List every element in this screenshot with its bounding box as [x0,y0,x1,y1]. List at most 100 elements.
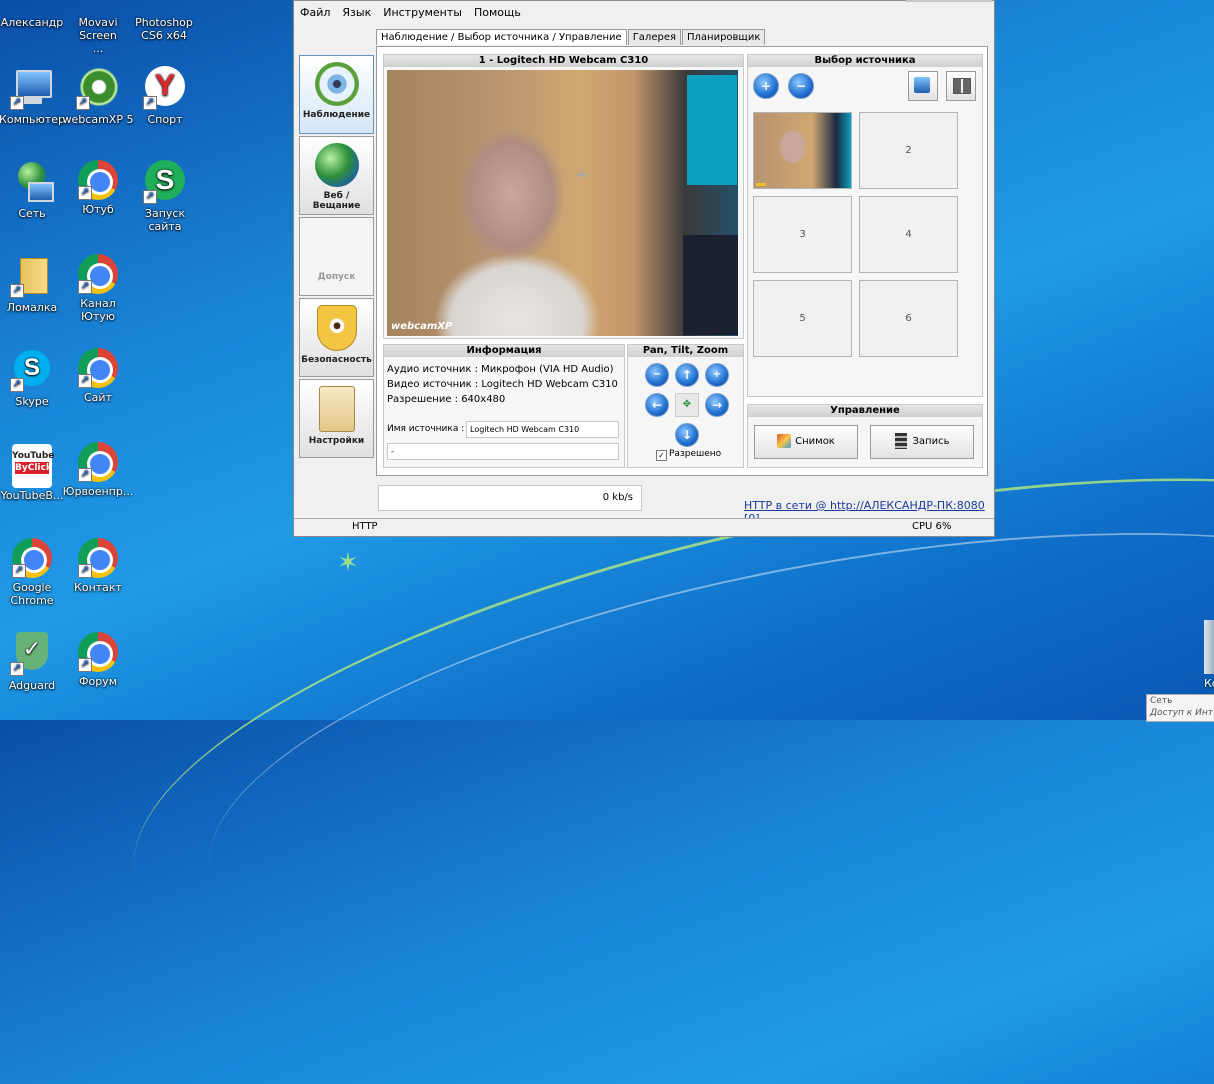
desktop-icon-channel[interactable]: ↗ Канал Ютую [62,254,134,323]
desktop-icon-label: Запуск сайта [144,207,186,233]
nav-label: Веб / Вещание [312,191,361,211]
crosshair-icon: + [575,165,589,184]
source-cell-2[interactable]: 2 [859,112,958,189]
nav-web-broadcast[interactable]: Веб / Вещание [299,136,374,215]
nav-security[interactable]: Безопасность [299,298,374,377]
remove-source-icon[interactable]: − [788,73,814,99]
menu-bar: Файл Язык Инструменты Помощь [294,3,994,23]
desktop-icon-forum[interactable]: ↗ Форум [62,632,134,688]
partial-desktop-icon[interactable] [1204,620,1214,674]
nav-surveillance[interactable]: Наблюдение [299,55,374,134]
ptz-enabled-checkbox[interactable]: ✓ [656,450,667,461]
title-buttons-edge [906,0,992,2]
desktop-icon-movavi[interactable]: Movavi Screen ... [62,0,134,55]
desktop-icon-photoshop[interactable]: Photoshop CS6 x64 [129,0,201,42]
desktop-icon-computer[interactable]: ↗ Компьютер [0,66,68,126]
grid-layout-button[interactable] [946,71,976,101]
status-bar: HTTP CPU 6% [294,518,994,536]
tab-content: 1 - Logitech HD Webcam C310 + webcamXP И… [376,46,988,476]
desktop-icon-label: Movavi Screen ... [78,16,118,55]
skype-icon: S ↗ [10,348,54,392]
source-cell-3[interactable]: 3 [753,196,852,273]
shortcut-arrow-icon: ↗ [78,468,92,482]
tab-gallery[interactable]: Галерея [627,29,681,45]
source-extra-field[interactable]: - [387,443,619,460]
nav-settings[interactable]: Настройки [299,379,374,458]
snapshot-label: Снимок [795,436,835,447]
video-title: 1 - Logitech HD Webcam C310 [384,55,743,67]
source-cell-6[interactable]: 6 [859,280,958,357]
desktop-icon-label: Юрвоенпр... [62,485,134,498]
desktop-icon-yurvoen[interactable]: ↗ Юрвоенпр... [62,442,134,498]
desktop-icon-label: Форум [79,675,117,688]
snapshot-button[interactable]: Снимок [754,425,858,459]
source-title: Выбор источника [748,55,982,67]
desktop-icon-network[interactable]: Сеть [0,160,68,220]
video-preview[interactable]: + webcamXP [387,70,738,336]
site-s-icon: S ↗ [143,160,187,204]
shortcut-arrow-icon: ↗ [12,564,26,578]
menu-tools[interactable]: Инструменты [377,3,468,22]
chrome-icon: ↗ [78,632,118,672]
source-cell-4[interactable]: 4 [859,196,958,273]
video-source-text: Видео источник : Logitech HD Webcam C310 [387,379,618,390]
source-name-field[interactable]: Logitech HD Webcam C310 [466,421,619,438]
shortcut-arrow-icon: ↗ [76,96,90,110]
shortcut-arrow-icon: ↗ [78,280,92,294]
desktop-icon-webcamxp[interactable]: ↗ webcamXP 5 [62,66,134,126]
desktop-icon-google-chrome[interactable]: ↗ Google Chrome [0,538,68,607]
video-panel: 1 - Logitech HD Webcam C310 + webcamXP [383,54,744,339]
menu-file[interactable]: Файл [294,3,336,22]
left-nav-panel: Наблюдение Веб / Вещание Допуск Безопасн… [299,55,374,460]
settings-clipboard-icon [318,386,355,432]
menu-help[interactable]: Помощь [468,3,527,22]
nav-access[interactable]: Допуск [299,217,374,296]
desktop-icon-label: Ломалка [6,301,58,314]
refresh-source-icon [914,77,930,93]
zoom-in-icon[interactable]: + [705,363,729,387]
tab-surveillance[interactable]: Наблюдение / Выбор источника / Управлени… [376,29,627,45]
pan-right-icon[interactable]: → [705,393,729,417]
ptz-center-icon[interactable]: ✥ [675,393,699,417]
yandex-icon: Y ↗ [143,66,187,110]
tab-scheduler[interactable]: Планировщик [682,29,766,45]
source-config-button[interactable] [908,71,938,101]
desktop-icon-adguard[interactable]: ✓ ↗ Adguard [0,632,68,692]
menu-language[interactable]: Язык [336,3,377,22]
desktop-icon-skype[interactable]: S ↗ Skype [0,348,68,408]
ptz-enabled-label: Разрешено [669,449,722,459]
desktop-icon-site[interactable]: ↗ Сайт [62,348,134,404]
source-cell-1[interactable] [753,112,852,189]
shortcut-arrow-icon: ↗ [78,658,92,672]
record-button[interactable]: Запись [870,425,974,459]
desktop-icon-label: Google Chrome [10,581,54,607]
wallpaper-bird: ✶ [337,548,359,578]
network-tray-tooltip: Сеть Доступ к Инт [1146,694,1214,722]
webcam-icon: ↗ [76,66,120,110]
desktop-icon-label: Skype [15,395,49,408]
desktop-icon-youtube[interactable]: ↗ Ютуб [62,160,134,216]
tab-strip: Наблюдение / Выбор источника / Управлени… [376,29,766,47]
youtube-logo-text: YouTube [12,451,55,461]
desktop-icon-alexander[interactable]: Александр [0,0,68,29]
nav-label: Наблюдение [302,110,371,120]
grid-layout-icon [953,78,971,94]
chrome-icon: ↗ [78,442,118,482]
tilt-up-icon[interactable]: ↑ [675,363,699,387]
record-label: Запись [912,436,950,447]
tilt-down-icon[interactable]: ↓ [675,423,699,447]
pan-left-icon[interactable]: ← [645,393,669,417]
ptz-panel: Pan, Tilt, Zoom − ↑ + ← ✥ → ↓ ✓ Разрешен… [627,344,744,468]
bandwidth-box: 0 kb/s [378,485,642,511]
shortcut-arrow-icon: ↗ [10,96,24,110]
desktop-icon-lomalka[interactable]: ↗ Ломалка [0,254,68,314]
desktop-icon-sport[interactable]: Y ↗ Спорт [129,66,201,126]
desktop-icon-youtube-byclick[interactable]: YouTube ByClick YouTubeB... [0,442,68,502]
desktop-icon-contact[interactable]: ↗ Контакт [62,538,134,594]
add-source-icon[interactable]: + [753,73,779,99]
control-title: Управление [748,405,982,417]
zoom-out-icon[interactable]: − [645,363,669,387]
desktop-icon-label: Контакт [74,581,122,594]
source-cell-5[interactable]: 5 [753,280,852,357]
desktop-icon-launch-site[interactable]: S ↗ Запуск сайта [129,160,201,233]
